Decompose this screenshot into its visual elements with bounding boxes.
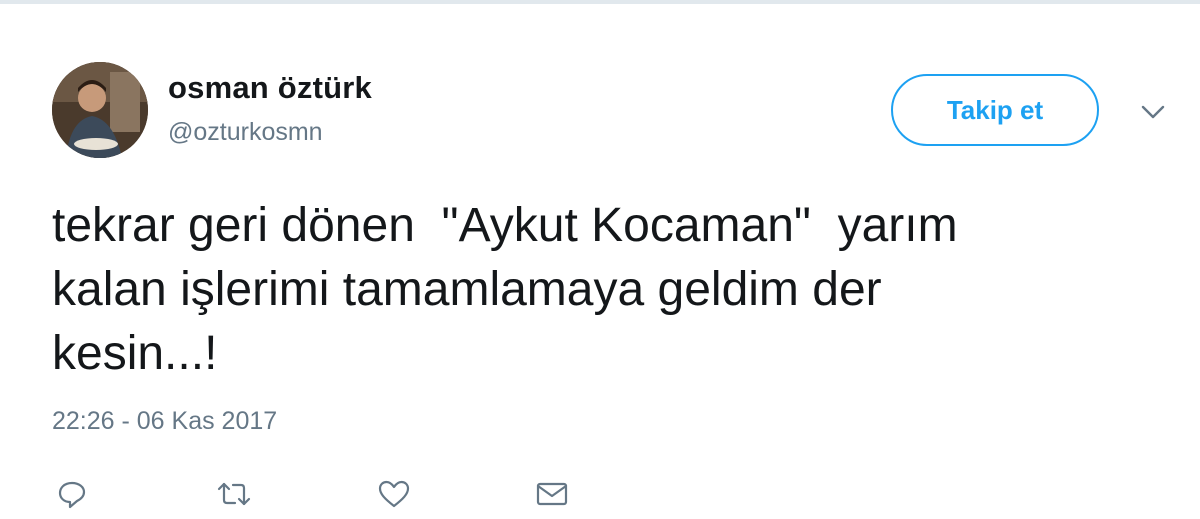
- avatar[interactable]: [52, 62, 148, 158]
- follow-button[interactable]: Takip et: [891, 74, 1099, 146]
- user-display-name[interactable]: osman öztürk: [168, 70, 372, 106]
- like-icon: [377, 479, 411, 509]
- chevron-down-icon[interactable]: [1136, 100, 1170, 124]
- direct-message-icon: [535, 480, 569, 508]
- tweet-text: tekrar geri dönen "Aykut Kocaman" yarım …: [52, 199, 958, 380]
- reply-icon: [56, 479, 88, 509]
- tweet-timestamp[interactable]: 22:26 - 06 Kas 2017: [52, 407, 277, 436]
- user-handle[interactable]: @ozturkosmn: [168, 118, 323, 147]
- retweet-icon: [215, 479, 253, 509]
- like-button[interactable]: [374, 476, 414, 512]
- reply-button[interactable]: [52, 476, 92, 512]
- retweet-button[interactable]: [214, 476, 254, 512]
- top-divider: [0, 0, 1200, 4]
- direct-message-button[interactable]: [532, 476, 572, 512]
